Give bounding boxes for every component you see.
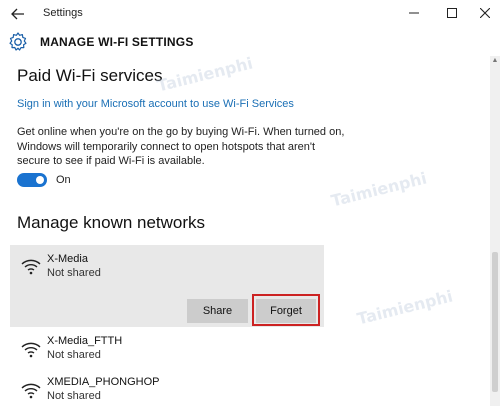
close-icon[interactable] bbox=[470, 2, 500, 24]
forget-highlight-box bbox=[252, 294, 320, 326]
paid-wifi-toggle[interactable] bbox=[17, 173, 47, 187]
wifi-signal-icon bbox=[20, 380, 42, 400]
maximize-icon[interactable] bbox=[437, 2, 467, 24]
scroll-thumb[interactable] bbox=[492, 252, 498, 392]
toggle-knob bbox=[36, 176, 44, 184]
scroll-up-arrow-icon[interactable]: ▲ bbox=[490, 56, 500, 66]
back-arrow-icon[interactable] bbox=[6, 3, 30, 25]
gear-icon bbox=[7, 31, 29, 53]
paid-wifi-heading: Paid Wi-Fi services bbox=[17, 66, 163, 85]
network-status: Not shared bbox=[47, 267, 101, 279]
wifi-signal-icon bbox=[20, 256, 42, 276]
known-networks-heading: Manage known networks bbox=[17, 213, 206, 232]
page-header: MANAGE WI-FI SETTINGS bbox=[0, 28, 500, 56]
share-button[interactable]: Share bbox=[187, 299, 248, 323]
page-title: MANAGE WI-FI SETTINGS bbox=[40, 35, 194, 49]
microsoft-signin-link[interactable]: Sign in with your Microsoft account to u… bbox=[17, 98, 294, 110]
network-name: X-Media bbox=[47, 253, 88, 265]
toggle-state-label: On bbox=[56, 174, 71, 186]
minimize-icon[interactable] bbox=[399, 2, 429, 24]
network-name[interactable]: X-Media_FTTH bbox=[47, 335, 122, 347]
wifi-signal-icon bbox=[20, 339, 42, 359]
paid-wifi-description: Get online when you're on the go by buyi… bbox=[17, 126, 345, 167]
title-bar: Settings bbox=[0, 0, 500, 28]
network-status: Not shared bbox=[47, 390, 101, 402]
network-status: Not shared bbox=[47, 349, 101, 361]
window-title: Settings bbox=[43, 7, 83, 19]
network-name[interactable]: XMEDIA_PHONGHOP bbox=[47, 376, 159, 388]
scrollbar[interactable]: ▲ bbox=[490, 56, 500, 406]
